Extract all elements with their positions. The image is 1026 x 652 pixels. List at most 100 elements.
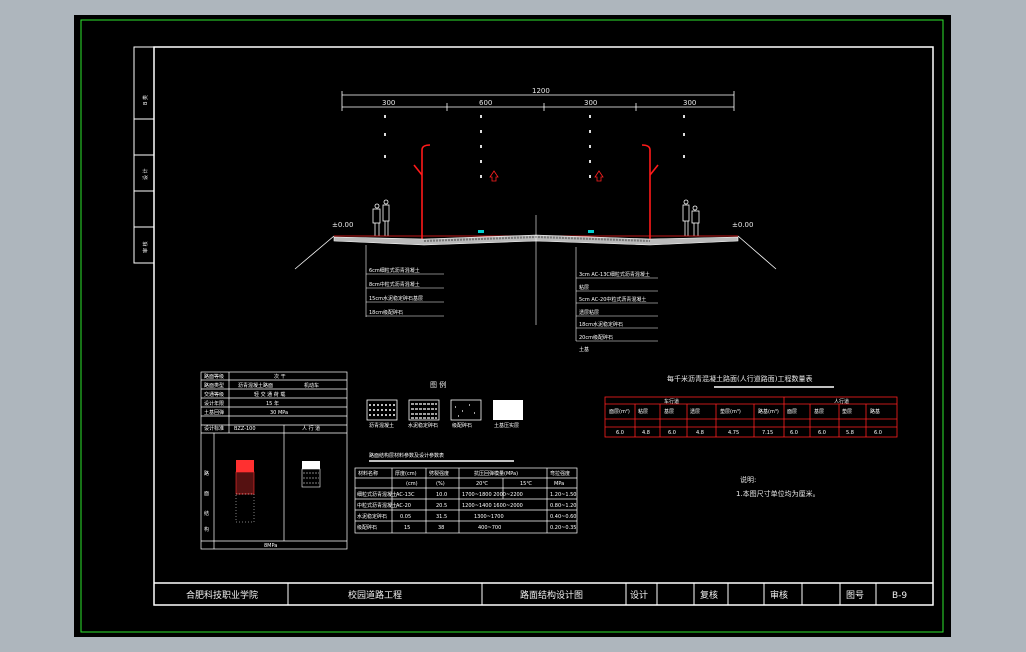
svg-text:15 年: 15 年 [266,400,279,407]
side-label-2: 设 计 [142,168,149,180]
svg-text:交通等级: 交通等级 [204,391,224,398]
svg-text:1700~1800 2000~2200: 1700~1800 2000~2200 [462,492,523,498]
side-label-3: 审 核 [142,241,149,253]
quantity-table-values: 6.0 4.8 6.0 4.8 4.75 7.15 6.0 6.0 5.8 6.… [616,430,882,436]
svg-text:路面等级: 路面等级 [204,373,224,380]
svg-text:基层: 基层 [664,408,674,415]
right-layer-6: 20cm级配碎石 [579,334,613,341]
drawing-name: 路面结构设计图 [520,589,583,601]
svg-text:0.40~0.60: 0.40~0.60 [550,514,576,520]
cad-drawing: B 类 设 计 审 核 合肥科技职业学院 校园道路工程 路面结构设计图 设计 复… [80,19,944,633]
svg-text:级配碎石: 级配碎石 [357,524,377,531]
qty-value-5: 4.75 [728,430,739,436]
svg-text:30 MPa: 30 MPa [270,410,288,416]
svg-text:机动车: 机动车 [304,382,319,389]
qty-value-4: 4.8 [696,430,704,436]
svg-text:1300~1700: 1300~1700 [474,514,504,520]
svg-text:(%): (%) [436,481,445,487]
right-layer-4: 透层粘层 [579,309,599,316]
svg-text:车行道: 车行道 [664,398,679,405]
legend-item-4: 土基压实层 [494,422,519,429]
svg-text:细粒式沥青混凝土: 细粒式沥青混凝土 [357,491,397,498]
svg-text:设计年限: 设计年限 [204,400,224,407]
svg-text:±0.00: ±0.00 [732,221,753,229]
dim-seg-2: 600 [479,99,492,107]
svg-text:构: 构 [204,526,209,533]
svg-text:路: 路 [204,470,209,477]
review-label: 复核 [700,589,718,601]
legend-item-1: 沥青混凝土 [369,422,394,429]
svg-text:15: 15 [404,525,410,531]
dim-seg-3: 300 [584,99,597,107]
material-table-cells: 材料名称 厚度(cm) 劈裂强度 抗压回弹模量(MPa) 弯拉强度 (cm) (%) 20℃… [357,470,576,531]
right-layer-7: 土基 [579,346,589,353]
cad-viewport[interactable]: B 类 设 计 审 核 合肥科技职业学院 校园道路工程 路面结构设计图 设计 复… [74,15,951,637]
svg-text:材料名称: 材料名称 [358,470,378,477]
legend: 图 例 沥青混凝土 水泥稳定碎石 级配碎石 土基压实层 [366,380,523,429]
svg-text:AC-20: AC-20 [396,503,411,509]
svg-text:中粒式沥青混凝土: 中粒式沥青混凝土 [357,502,397,509]
svg-text:抗压回弹模量(MPa): 抗压回弹模量(MPa) [474,470,518,477]
left-layer-3: 15cm水泥稳定碎石基层 [369,295,423,302]
qty-value-10: 6.0 [874,430,882,436]
qty-value-2: 4.8 [642,430,650,436]
arrow-up-left-icon [489,170,499,182]
material-table-title: 路面结构层材料参数及设计参数表 [369,452,444,459]
left-layer-1: 6cm细粒式沥青混凝土 [369,267,420,274]
left-layer-4: 18cm级配碎石 [369,309,403,316]
svg-text:15℃: 15℃ [520,481,532,487]
svg-text:面层(m²): 面层(m²) [609,409,630,415]
quantity-table-title: 每千米沥青混凝土路面(人行道路面)工程数量表 [667,374,812,383]
structure-thumb-right [301,461,321,488]
approve-label: 审核 [770,589,788,601]
svg-text:透层: 透层 [690,408,700,415]
structure-thumb-left [235,460,255,523]
qty-value-7: 6.0 [790,430,798,436]
notes-heading: 说明: [740,475,756,484]
svg-text:0.05: 0.05 [400,514,411,520]
right-layer-3: 5cm AC-20中粒式沥青混凝土 [579,296,646,303]
title-block: 合肥科技职业学院 校园道路工程 路面结构设计图 设计 复核 审核 图号 B-9 [154,582,933,605]
side-strip: B 类 设 计 审 核 [133,46,155,264]
school-name: 合肥科技职业学院 [186,589,258,601]
outer-green-frame [80,19,944,633]
dim-seg-4: 300 [683,99,696,107]
qty-value-1: 6.0 [616,430,624,436]
pedestrian-figures-right [682,199,700,236]
dim-total: 1200 [532,87,550,95]
svg-text:沥青混凝土路面: 沥青混凝土路面 [238,382,273,389]
design-label: 设计 [630,589,648,601]
svg-text:0.20~0.35: 0.20~0.35 [550,525,576,531]
pedestrian-figures-left [372,199,390,236]
svg-text:31.5: 31.5 [436,514,447,520]
notes-line-1: 1.本图尺寸单位均为厘米。 [736,489,820,498]
svg-text:弯拉强度: 弯拉强度 [550,470,570,477]
svg-text:38: 38 [438,525,444,531]
qty-value-3: 6.0 [668,430,676,436]
road-cross-section: ±0.00 ±0.00 [294,215,777,325]
svg-text:20℃: 20℃ [476,481,488,487]
right-layer-5: 18cm水泥稳定碎石 [579,321,623,328]
qty-value-9: 5.8 [846,430,854,436]
right-layer-1: 3cm AC-13C细粒式沥青混凝土 [579,271,650,278]
side-label-1: B 类 [142,95,149,105]
svg-text:面层: 面层 [787,409,797,415]
street-lamp-left [413,144,431,243]
svg-text:10.0: 10.0 [436,492,447,498]
svg-text:结: 结 [204,510,209,517]
svg-text:厚度(cm): 厚度(cm) [395,470,417,477]
svg-text:(cm): (cm) [406,481,418,487]
svg-text:粘层: 粘层 [638,408,648,415]
svg-text:±0.00: ±0.00 [332,221,353,229]
svg-text:劈裂强度: 劈裂强度 [429,470,449,477]
svg-text:垫层(m³): 垫层(m³) [720,408,741,415]
svg-text:面: 面 [204,491,209,497]
svg-text:0.80~1.20: 0.80~1.20 [550,503,576,509]
qty-value-8: 6.0 [818,430,826,436]
sheet-number: B-9 [892,591,907,601]
svg-text:土基回弹: 土基回弹 [204,409,224,416]
street-lamp-right [641,144,659,243]
arrow-up-right-icon [594,170,604,182]
left-layer-2: 8cm中粒式沥青混凝土 [369,281,420,288]
svg-text:设计标准: 设计标准 [204,425,224,432]
